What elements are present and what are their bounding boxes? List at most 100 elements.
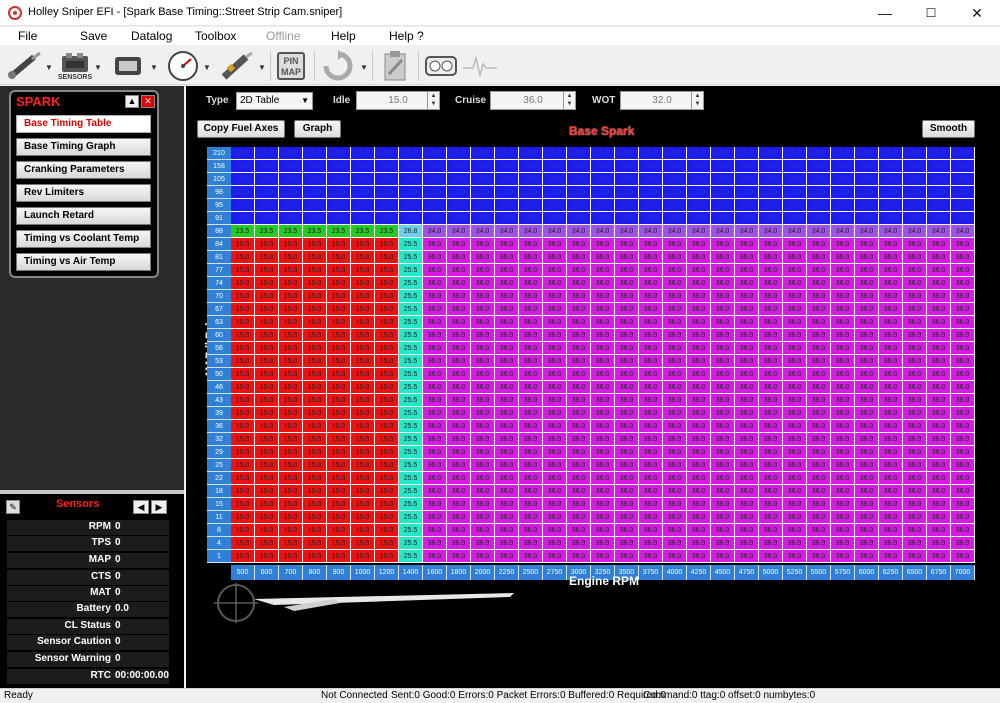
timing-cell[interactable]: 36.0 [831,498,855,511]
timing-cell[interactable]: 36.0 [543,381,567,394]
timing-cell[interactable]: 36.0 [783,368,807,381]
timing-cell[interactable]: 15.0 [327,251,351,264]
timing-cell[interactable]: 36.0 [783,407,807,420]
timing-cell[interactable]: 36.0 [783,251,807,264]
timing-cell[interactable]: 30.0 [351,212,375,225]
timing-cell[interactable]: 36.0 [711,381,735,394]
timing-cell[interactable]: 30.0 [567,147,591,160]
timing-cell[interactable]: 36.0 [831,550,855,563]
timing-cell[interactable]: 36.0 [807,355,831,368]
timing-cell[interactable]: 36.0 [831,303,855,316]
injector-dropdown-arrow-icon[interactable]: ▼ [258,63,266,72]
timing-cell[interactable]: 15.0 [303,446,327,459]
timing-cell[interactable]: 36.0 [615,407,639,420]
timing-cell[interactable]: 15.0 [303,277,327,290]
timing-cell[interactable]: 36.0 [735,524,759,537]
timing-cell[interactable]: 30.0 [903,160,927,173]
timing-cell[interactable]: 30.0 [375,199,399,212]
timing-cell[interactable]: 30.0 [927,173,951,186]
timing-cell[interactable]: 30.0 [879,186,903,199]
timing-cell[interactable]: 15.0 [351,368,375,381]
timing-cell[interactable]: 36.0 [903,446,927,459]
timing-cell[interactable]: 36.0 [783,472,807,485]
timing-cell[interactable]: 36.0 [687,264,711,277]
timing-cell[interactable]: 25.5 [399,446,423,459]
timing-cell[interactable]: 36.0 [567,394,591,407]
timing-cell[interactable]: 30.0 [615,160,639,173]
timing-cell[interactable]: 30.0 [783,186,807,199]
timing-cell[interactable]: 34.0 [735,225,759,238]
timing-cell[interactable]: 30.0 [663,212,687,225]
timing-cell[interactable]: 36.0 [519,290,543,303]
timing-cell[interactable]: 25.5 [399,303,423,316]
nav-timing-vs-coolant-temp[interactable]: Timing vs Coolant Temp [16,230,151,248]
timing-cell[interactable]: 36.0 [711,407,735,420]
timing-cell[interactable]: 36.0 [711,472,735,485]
timing-cell[interactable]: 15.0 [255,329,279,342]
timing-cell[interactable]: 30.0 [423,173,447,186]
timing-cell[interactable]: 30.0 [327,147,351,160]
timing-cell[interactable]: 30.0 [639,147,663,160]
timing-cell[interactable]: 36.0 [423,550,447,563]
timing-cell[interactable]: 36.0 [567,485,591,498]
timing-cell[interactable]: 36.0 [807,446,831,459]
timing-cell[interactable]: 36.0 [807,485,831,498]
timing-cell[interactable]: 15.0 [303,459,327,472]
map-axis-label[interactable]: 36 [207,420,231,433]
timing-cell[interactable]: 36.0 [423,433,447,446]
timing-cell[interactable]: 15.0 [279,498,303,511]
rpm-axis-label[interactable]: 2250 [495,565,519,580]
timing-cell[interactable]: 36.0 [831,433,855,446]
timing-cell[interactable]: 30.0 [399,212,423,225]
timing-cell[interactable]: 36.0 [735,277,759,290]
timing-cell[interactable]: 36.0 [687,381,711,394]
timing-cell[interactable]: 36.0 [423,420,447,433]
clipboard-icon[interactable] [378,49,412,83]
timing-cell[interactable]: 36.0 [447,368,471,381]
timing-cell[interactable]: 15.0 [279,433,303,446]
timing-cell[interactable]: 30.0 [351,173,375,186]
map-axis-label[interactable]: 43 [207,394,231,407]
close-button[interactable]: ✕ [954,0,1000,26]
timing-cell[interactable]: 15.0 [327,303,351,316]
timing-cell[interactable]: 30.0 [759,160,783,173]
timing-cell[interactable]: 36.0 [639,355,663,368]
timing-cell[interactable]: 36.0 [711,498,735,511]
timing-cell[interactable]: 36.0 [927,251,951,264]
map-axis-label[interactable]: 46 [207,381,231,394]
timing-cell[interactable]: 30.0 [351,186,375,199]
timing-cell[interactable]: 36.0 [687,329,711,342]
timing-cell[interactable]: 15.0 [351,303,375,316]
timing-cell[interactable]: 15.0 [303,238,327,251]
spark-plug-icon[interactable] [4,49,44,83]
timing-cell[interactable]: 30.0 [711,173,735,186]
timing-cell[interactable]: 36.0 [495,446,519,459]
timing-cell[interactable]: 36.0 [423,342,447,355]
timing-cell[interactable]: 15.0 [231,446,255,459]
timing-cell[interactable]: 36.0 [903,485,927,498]
timing-cell[interactable]: 30.0 [279,199,303,212]
timing-cell[interactable]: 25.5 [399,238,423,251]
timing-cell[interactable]: 36.0 [807,459,831,472]
timing-cell[interactable]: 36.0 [831,472,855,485]
timing-cell[interactable]: 30.0 [711,186,735,199]
timing-cell[interactable]: 36.0 [591,524,615,537]
dashboard-gauges-icon[interactable] [424,49,458,83]
timing-cell[interactable]: 36.0 [591,550,615,563]
timing-cell[interactable]: 15.0 [351,446,375,459]
timing-cell[interactable]: 36.0 [495,524,519,537]
timing-cell[interactable]: 30.0 [735,173,759,186]
timing-cell[interactable]: 25.5 [399,433,423,446]
timing-cell[interactable]: 36.0 [663,407,687,420]
timing-cell[interactable]: 30.0 [591,160,615,173]
timing-cell[interactable]: 36.0 [471,498,495,511]
timing-cell[interactable]: 36.0 [783,537,807,550]
timing-cell[interactable]: 36.0 [807,550,831,563]
timing-cell[interactable]: 36.0 [639,342,663,355]
timing-cell[interactable]: 36.0 [447,355,471,368]
timing-cell[interactable]: 36.0 [591,433,615,446]
timing-cell[interactable]: 36.0 [951,277,975,290]
timing-cell[interactable]: 36.0 [567,446,591,459]
timing-cell[interactable]: 36.0 [495,511,519,524]
timing-cell[interactable]: 36.0 [423,290,447,303]
